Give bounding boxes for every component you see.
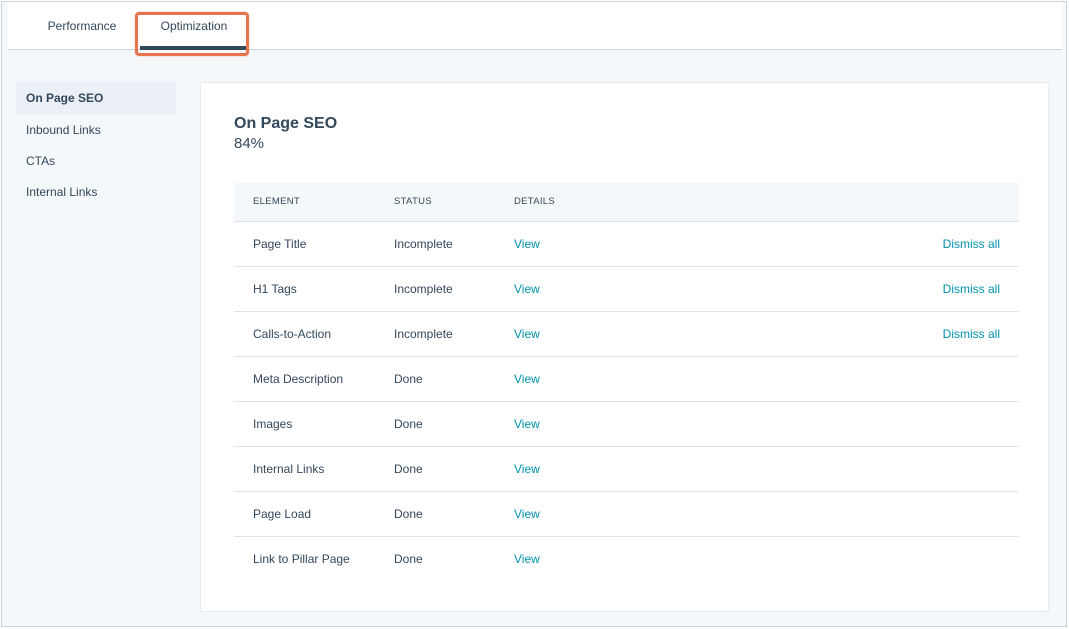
table-row: Page Load Done View	[234, 491, 1019, 536]
status-cell: Done	[394, 506, 423, 521]
tab-optimization-label: Optimization	[160, 19, 228, 33]
table-row: Internal Links Done View	[234, 446, 1019, 491]
element-cell: Calls-to-Action	[253, 326, 332, 341]
details-cell: View	[514, 356, 634, 401]
view-link[interactable]: View	[514, 507, 540, 521]
dismiss-all-link[interactable]: Dismiss all	[943, 327, 1000, 341]
table-body: Page Title Incomplete View Dismiss all H…	[234, 221, 1019, 581]
details-cell: View	[514, 221, 634, 266]
action-cell	[634, 491, 1019, 536]
column-header-status: STATUS	[394, 196, 432, 208]
sidebar-item-internal-links[interactable]: Internal Links	[16, 176, 176, 207]
view-link[interactable]: View	[514, 372, 540, 386]
table-row: Link to Pillar Page Done View	[234, 536, 1019, 581]
tab-optimization[interactable]: Optimization	[140, 2, 248, 50]
details-cell: View	[514, 536, 634, 581]
action-cell	[634, 356, 1019, 401]
action-cell: Dismiss all	[634, 221, 1019, 266]
table-row: Images Done View	[234, 401, 1019, 446]
sidebar-item-on-page-seo[interactable]: On Page SEO	[16, 82, 176, 114]
sidebar-item-label: CTAs	[26, 153, 56, 168]
element-cell: Internal Links	[253, 461, 325, 476]
seo-score: 84%	[234, 135, 265, 152]
table-row: Calls-to-Action Incomplete View Dismiss …	[234, 311, 1019, 356]
view-link[interactable]: View	[514, 237, 540, 251]
table-row: H1 Tags Incomplete View Dismiss all	[234, 266, 1019, 311]
details-cell: View	[514, 446, 634, 491]
table-row: Page Title Incomplete View Dismiss all	[234, 221, 1019, 266]
action-cell	[634, 446, 1019, 491]
table-header: ELEMENT STATUS DETAILS	[234, 183, 1019, 221]
app-frame: Performance Optimization On Page SEO Inb…	[1, 1, 1067, 627]
column-header-action	[634, 183, 1019, 221]
table-row: Meta Description Done View	[234, 356, 1019, 401]
dismiss-all-link[interactable]: Dismiss all	[943, 282, 1000, 296]
dismiss-all-link[interactable]: Dismiss all	[943, 237, 1000, 251]
status-cell: Done	[394, 461, 423, 476]
sidebar-item-label: Inbound Links	[26, 122, 101, 137]
view-link[interactable]: View	[514, 417, 540, 431]
tab-performance-label: Performance	[47, 19, 117, 33]
action-cell: Dismiss all	[634, 311, 1019, 356]
element-cell: Page Load	[253, 506, 312, 521]
element-cell: Page Title	[253, 236, 307, 251]
seo-table: ELEMENT STATUS DETAILS Page Title Incomp…	[234, 183, 1019, 581]
sidebar-item-label: On Page SEO	[26, 91, 104, 105]
action-cell	[634, 536, 1019, 581]
sidebar-item-label: Internal Links	[26, 184, 98, 199]
details-cell: View	[514, 491, 634, 536]
column-header-element: ELEMENT	[253, 196, 300, 208]
element-cell: Images	[253, 416, 293, 431]
action-cell	[634, 401, 1019, 446]
view-link[interactable]: View	[514, 552, 540, 566]
table-header-row: ELEMENT STATUS DETAILS	[234, 183, 1019, 221]
sidebar-item-ctas[interactable]: CTAs	[16, 145, 176, 176]
view-link[interactable]: View	[514, 462, 540, 476]
view-link[interactable]: View	[514, 327, 540, 341]
page-title: On Page SEO	[234, 115, 338, 132]
seo-card: On Page SEO 84% ELEMENT STATUS DETAILS P…	[200, 82, 1049, 612]
status-cell: Done	[394, 371, 423, 386]
tab-performance[interactable]: Performance	[22, 2, 142, 50]
column-header-details: DETAILS	[514, 196, 555, 208]
element-cell: Link to Pillar Page	[253, 551, 350, 566]
tab-bar: Performance Optimization	[8, 2, 1062, 50]
details-cell: View	[514, 401, 634, 446]
view-link[interactable]: View	[514, 282, 540, 296]
element-cell: Meta Description	[253, 371, 344, 386]
status-cell: Done	[394, 551, 423, 566]
sidebar-nav: On Page SEO Inbound Links CTAs Internal …	[16, 82, 176, 207]
status-cell: Incomplete	[394, 281, 453, 296]
status-cell: Done	[394, 416, 423, 431]
sidebar-item-inbound-links[interactable]: Inbound Links	[16, 114, 176, 145]
action-cell: Dismiss all	[634, 266, 1019, 311]
status-cell: Incomplete	[394, 326, 453, 341]
details-cell: View	[514, 311, 634, 356]
status-cell: Incomplete	[394, 236, 453, 251]
element-cell: H1 Tags	[253, 281, 297, 296]
details-cell: View	[514, 266, 634, 311]
